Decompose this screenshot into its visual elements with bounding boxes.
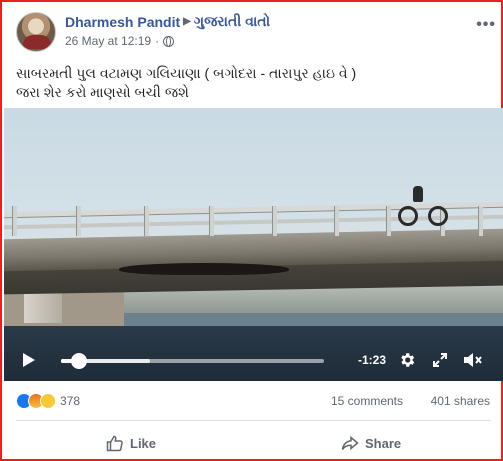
reaction-count: 378 — [60, 394, 81, 408]
sad-reaction-icon — [40, 393, 56, 409]
avatar[interactable] — [16, 12, 56, 52]
video-rider — [413, 186, 423, 202]
progress-track[interactable] — [61, 353, 324, 369]
shares-count[interactable]: 401 shares — [431, 394, 490, 408]
globe-icon — [163, 35, 175, 47]
video-railing-post — [334, 206, 339, 236]
timestamp[interactable]: 26 May at 12:19 — [65, 34, 151, 48]
video-player[interactable]: -1:23 — [4, 108, 503, 381]
arrow-right-icon: ▶ — [183, 16, 191, 27]
like-button[interactable]: Like — [106, 428, 156, 458]
time-remaining: -1:23 — [358, 353, 387, 367]
video-railing-post — [478, 206, 483, 236]
play-icon[interactable] — [23, 353, 35, 367]
meta-separator: · — [155, 34, 160, 48]
author-name[interactable]: Dharmesh Pandit — [65, 14, 180, 30]
video-railing-post — [144, 206, 149, 236]
video-bridge-crack — [119, 263, 289, 275]
video-wheel — [428, 206, 448, 226]
video-railing-post — [76, 206, 81, 236]
video-controls: -1:23 — [4, 344, 503, 376]
like-label: Like — [130, 435, 157, 451]
video-wheel — [398, 206, 418, 226]
video-railing-post — [386, 206, 391, 236]
video-motorbike — [396, 186, 452, 226]
video-railing-post — [272, 206, 277, 236]
divider — [16, 420, 491, 421]
reactions-summary[interactable]: 378 — [16, 393, 80, 409]
post-text-line-2: જરા શેર કરો માણસો બચી જશે — [16, 84, 189, 100]
author-row: Dharmesh Pandit ▶ ગુજરાતી વાતો — [65, 13, 270, 30]
comments-count[interactable]: 15 comments — [331, 394, 403, 408]
share-label: Share — [365, 435, 402, 451]
post-header: Dharmesh Pandit ▶ ગુજરાતી વાતો 26 May at… — [16, 12, 496, 52]
post-meta: 26 May at 12:19 · — [65, 34, 175, 48]
post-text: સાબરમતી પુલ વટામણ ગલિયાણા ( બગોદરા - તાર… — [16, 64, 486, 102]
post-text-line-1: સાબરમતી પુલ વટામણ ગલિયાણા ( બગોદરા - તાર… — [16, 65, 357, 81]
group-name[interactable]: ગુજરાતી વાતો — [194, 13, 270, 30]
share-icon — [341, 435, 359, 451]
post-stats: 378 15 comments 401 shares — [16, 393, 491, 413]
video-railing-post — [209, 206, 214, 236]
video-railing-post — [12, 206, 17, 236]
more-icon[interactable]: ••• — [476, 16, 496, 34]
action-bar: Like Share — [16, 428, 491, 458]
post-card: Dharmesh Pandit ▶ ગુજરાતી વાતો 26 May at… — [0, 0, 503, 461]
gear-icon[interactable] — [398, 351, 416, 369]
progress-scrubber[interactable] — [71, 353, 88, 369]
expand-icon[interactable] — [432, 352, 448, 368]
share-button[interactable]: Share — [341, 428, 401, 458]
like-icon — [106, 435, 123, 452]
mute-icon[interactable] — [463, 351, 483, 369]
